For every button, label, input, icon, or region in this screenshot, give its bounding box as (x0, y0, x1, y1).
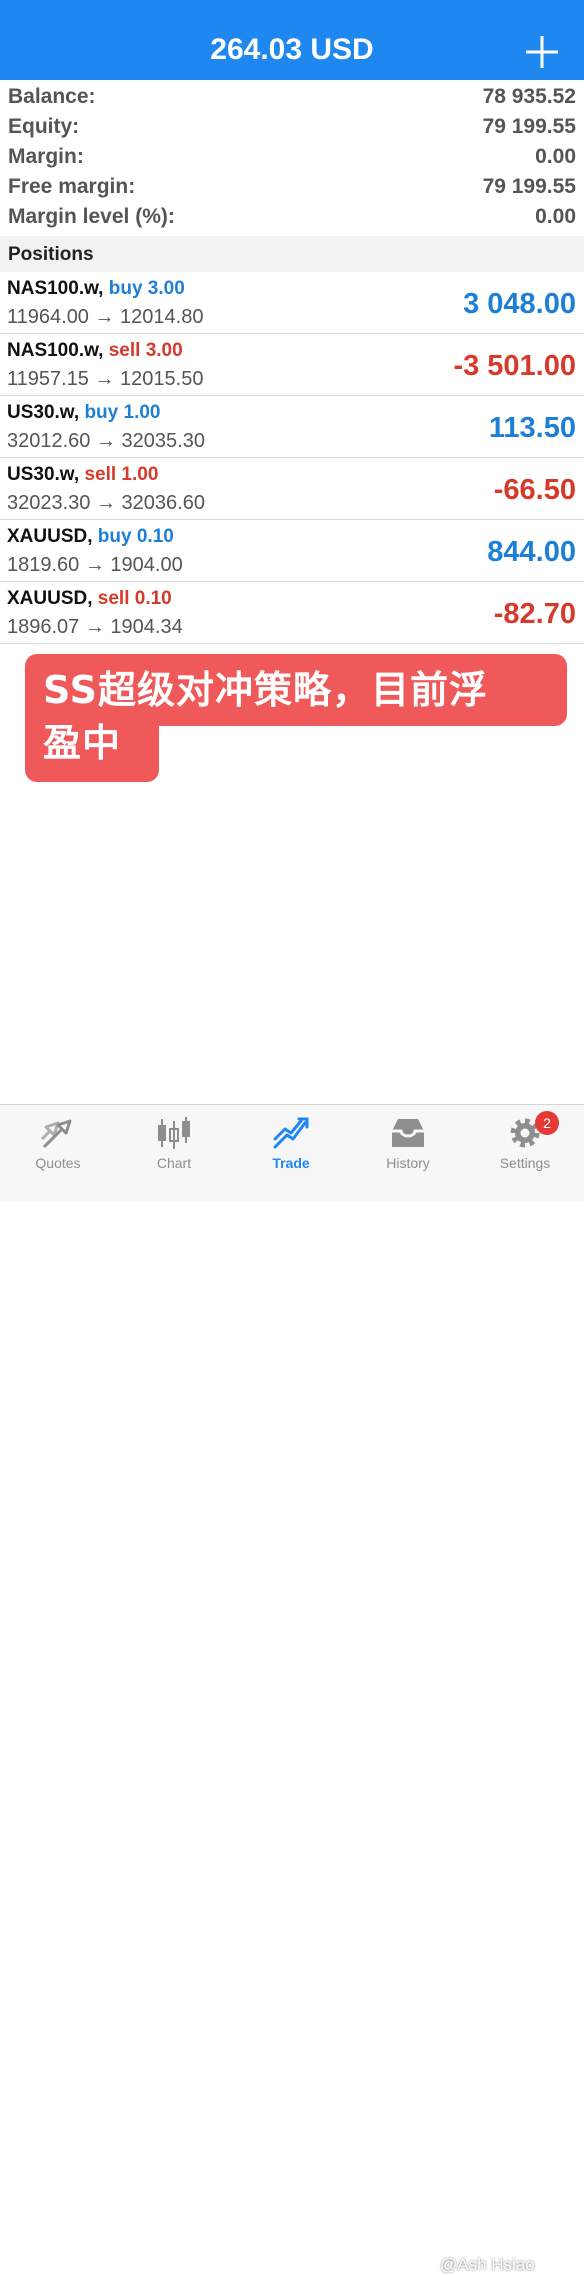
position-prices: 1896.07 → 1904.34 (7, 616, 183, 638)
trade-icon (273, 1117, 309, 1149)
balance-value: 78 935.52 (482, 85, 576, 108)
position-symbol: NAS100.w, (7, 278, 104, 299)
equity-label: Equity: (8, 115, 80, 138)
position-prices: 1819.60 → 1904.00 (7, 554, 183, 576)
margin-level-row: Margin level (%): 0.00 (0, 200, 584, 230)
plus-icon (526, 36, 558, 68)
position-row[interactable]: US30.w, sell 1.00 32023.30 → 32036.60 -6… (0, 458, 584, 520)
position-side: buy 3.00 (108, 278, 185, 299)
quotes-icon (40, 1119, 72, 1149)
account-summary: Balance: 78 935.52 Equity: 79 199.55 Mar… (0, 80, 584, 230)
position-side: sell 1.00 (84, 464, 159, 485)
equity-value: 79 199.55 (482, 115, 576, 138)
top-bar: 264.03 USD (0, 0, 584, 80)
position-row[interactable]: NAS100.w, buy 3.00 11964.00 → 12014.80 3… (0, 272, 584, 334)
position-symbol: US30.w, (7, 402, 80, 423)
position-profit: 844.00 (487, 536, 576, 568)
balance-row: Balance: 78 935.52 (0, 80, 584, 110)
notification-badge: 2 (535, 1111, 559, 1135)
tab-settings[interactable]: 2 Settings (467, 1105, 583, 1201)
position-header: XAUUSD, sell 0.10 (7, 588, 172, 610)
caption-line-2: 盈中 (43, 721, 122, 765)
free-margin-value: 79 199.55 (482, 175, 576, 198)
positions-list: NAS100.w, buy 3.00 11964.00 → 12014.80 3… (0, 272, 584, 644)
position-prices: 32023.30 → 32036.60 (7, 492, 205, 514)
free-margin-row: Free margin: 79 199.55 (0, 170, 584, 200)
position-side: sell 0.10 (97, 588, 172, 609)
caption-banner: SS超级对冲策略，目前浮 盈中 (25, 654, 567, 782)
position-prices: 11964.00 → 12014.80 (7, 306, 204, 328)
balance-label: Balance: (8, 85, 96, 108)
position-row[interactable]: US30.w, buy 1.00 32012.60 → 32035.30 113… (0, 396, 584, 458)
bottom-tab-bar: Quotes Chart Trade History 2 Settings @A… (0, 1104, 584, 2274)
position-profit: -3 501.00 (453, 350, 576, 382)
position-symbol: XAUUSD, (7, 588, 93, 609)
position-header: NAS100.w, sell 3.00 (7, 340, 183, 362)
tab-history[interactable]: History (350, 1105, 466, 1201)
tab-chart-label: Chart (156, 1155, 192, 1171)
history-icon (392, 1119, 424, 1147)
position-header: XAUUSD, buy 0.10 (7, 526, 174, 548)
position-profit: -66.50 (493, 474, 576, 506)
chart-icon (158, 1117, 190, 1149)
positions-title: Positions (8, 244, 94, 265)
margin-level-value: 0.00 (535, 205, 576, 228)
position-header: US30.w, sell 1.00 (7, 464, 158, 486)
position-prices: 11957.15 → 12015.50 (7, 368, 204, 390)
watermark-text: @Ash Hsiao (440, 2255, 535, 2274)
margin-label: Margin: (8, 145, 84, 168)
tab-quotes-label: Quotes (35, 1155, 81, 1171)
tab-settings-label: Settings (499, 1155, 551, 1171)
position-side: buy 1.00 (84, 402, 161, 423)
add-order-button[interactable] (522, 32, 562, 72)
position-side: buy 0.10 (97, 526, 174, 547)
position-header: US30.w, buy 1.00 (7, 402, 161, 424)
margin-row: Margin: 0.00 (0, 140, 584, 170)
margin-level-label: Margin level (%): (8, 205, 175, 228)
position-row[interactable]: XAUUSD, sell 0.10 1896.07 → 1904.34 -82.… (0, 582, 584, 644)
position-symbol: XAUUSD, (7, 526, 93, 547)
positions-section-header: Positions (0, 236, 584, 272)
position-side: sell 3.00 (108, 340, 183, 361)
caption-line-1: SS超级对冲策略，目前浮 (43, 668, 489, 712)
caption-text: SS超级对冲策略，目前浮 盈中 (43, 664, 563, 770)
tab-history-label: History (386, 1155, 430, 1171)
position-profit: -82.70 (493, 598, 576, 630)
position-header: NAS100.w, buy 3.00 (7, 278, 185, 300)
free-margin-label: Free margin: (8, 175, 136, 198)
position-prices: 32012.60 → 32035.30 (7, 430, 205, 452)
margin-value: 0.00 (535, 145, 576, 168)
tab-trade[interactable]: Trade (233, 1105, 349, 1201)
position-row[interactable]: XAUUSD, buy 0.10 1819.60 → 1904.00 844.0… (0, 520, 584, 582)
tab-trade-label: Trade (272, 1155, 310, 1171)
equity-row: Equity: 79 199.55 (0, 110, 584, 140)
tab-quotes[interactable]: Quotes (0, 1105, 116, 1201)
position-profit: 3 048.00 (463, 288, 576, 320)
tab-chart[interactable]: Chart (116, 1105, 232, 1201)
position-symbol: US30.w, (7, 464, 80, 485)
position-row[interactable]: NAS100.w, sell 3.00 11957.15 → 12015.50 … (0, 334, 584, 396)
position-symbol: NAS100.w, (7, 340, 104, 361)
floating-profit-title: 264.03 USD (210, 33, 374, 66)
position-profit: 113.50 (488, 412, 576, 444)
